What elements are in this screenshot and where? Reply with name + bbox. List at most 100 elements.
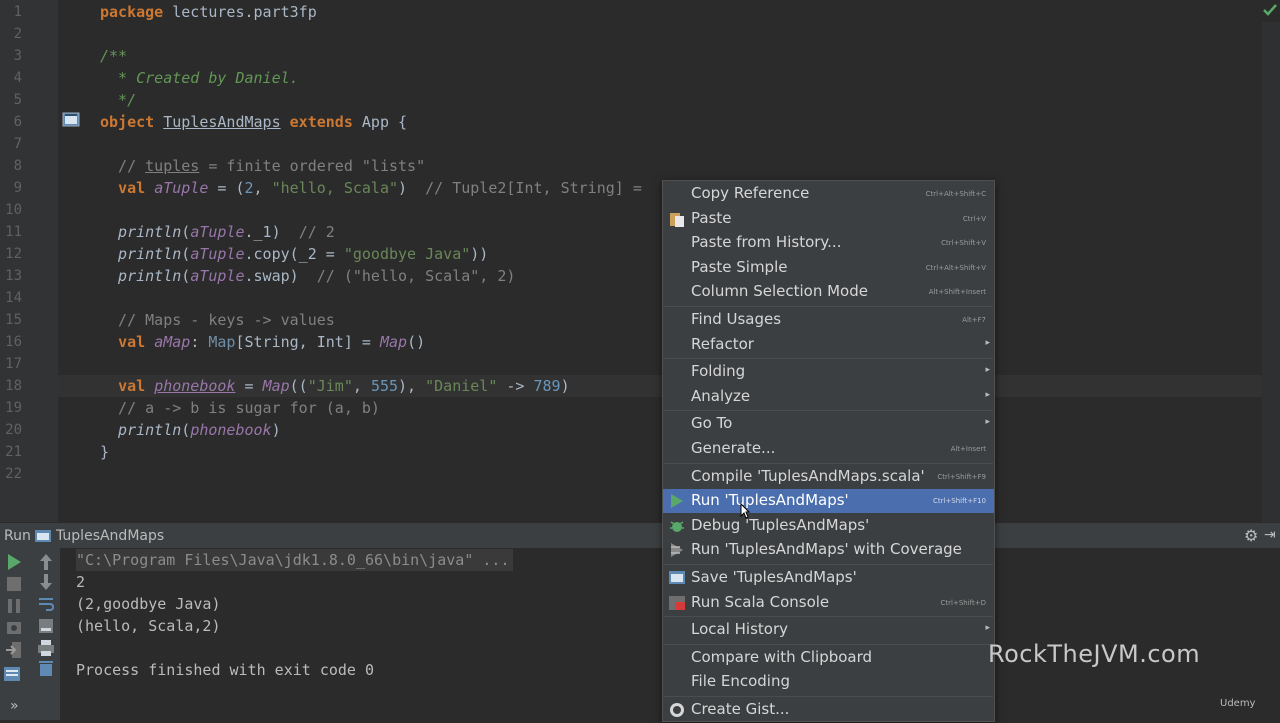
- menu-item-shortcut: Ctrl+Shift+V: [941, 239, 986, 248]
- menu-item-save-tuplesandmaps[interactable]: Save 'TuplesAndMaps': [663, 566, 994, 590]
- code-line: */: [100, 89, 136, 111]
- menu-item-analyze[interactable]: Analyze ▸: [663, 385, 994, 409]
- menu-item-label: Go To: [691, 414, 733, 433]
- run-tab-label[interactable]: Run: [4, 528, 31, 544]
- code-token: Map: [262, 377, 290, 395]
- code-token: = (: [208, 179, 245, 197]
- scroll-down-icon[interactable]: [36, 572, 56, 592]
- exit-icon[interactable]: [4, 640, 24, 660]
- editor-scrollbar[interactable]: [1262, 22, 1280, 522]
- menu-item-file-encoding[interactable]: File Encoding: [663, 670, 994, 694]
- menu-item-copy-reference[interactable]: Copy Reference Ctrl+Alt+Shift+C: [663, 182, 994, 206]
- menu-item-paste[interactable]: Paste Ctrl+V: [663, 207, 994, 231]
- run-icon: [668, 492, 686, 510]
- code-token: 789: [533, 377, 561, 395]
- trash-icon[interactable]: [36, 658, 56, 678]
- console-line: 2: [76, 573, 86, 591]
- menu-item-create-gist[interactable]: Create Gist...: [663, 698, 994, 722]
- code-token: tuples: [145, 157, 200, 175]
- line-number: 18: [5, 378, 22, 394]
- code-token: = finite ordered "lists": [199, 157, 426, 175]
- code-editor[interactable]: 1 2 3 4 5 6 7 8 9 10 11 12 13 14 15 16 17 18 19 20 21 22 pack…: [0, 0, 1280, 522]
- scroll-up-icon[interactable]: [36, 552, 56, 572]
- menu-item-debug-tuplesandmaps[interactable]: Debug 'TuplesAndMaps': [663, 514, 994, 538]
- print-icon[interactable]: [36, 638, 56, 658]
- scroll-to-end-icon[interactable]: [36, 616, 56, 636]
- menu-item-go-to[interactable]: Go To ▸: [663, 412, 994, 436]
- menu-item-label: Refactor: [691, 334, 754, 353]
- code-token: // ("hello, Scala", 2): [316, 267, 516, 285]
- menu-item-column-selection-mode[interactable]: Column Selection Mode Alt+Shift+Insert: [663, 280, 994, 304]
- code-token: val: [118, 179, 146, 197]
- menu-item-generate[interactable]: Generate... Alt+Insert: [663, 437, 994, 461]
- inspection-ok-icon[interactable]: [1262, 2, 1278, 21]
- code-token: [String, Int] =: [235, 333, 380, 351]
- line-number: 17: [5, 356, 22, 372]
- layout-icon[interactable]: [2, 664, 22, 684]
- expand-toolbar-icon[interactable]: »: [10, 698, 30, 718]
- line-number: 4: [13, 70, 22, 86]
- submenu-arrow-icon: ▸: [985, 365, 990, 376]
- menu-separator: [664, 616, 993, 618]
- gist-icon: [668, 701, 686, 719]
- menu-item-compare-with-clipboard[interactable]: Compare with Clipboard: [663, 646, 994, 670]
- code-token: "hello, Scala": [271, 179, 399, 197]
- dump-threads-icon[interactable]: [4, 618, 24, 638]
- menu-separator: [664, 696, 993, 697]
- menu-item-run-tuplesandmaps-with-coverage[interactable]: Run 'TuplesAndMaps' with Coverage: [663, 538, 994, 562]
- menu-item-label: Analyze: [691, 386, 751, 405]
- settings-icon[interactable]: ⚙: [1244, 526, 1258, 545]
- run-config-icon: [34, 529, 52, 547]
- code-token: ._1): [244, 223, 299, 241]
- stop-icon[interactable]: [4, 574, 24, 594]
- code-token: object: [100, 113, 155, 131]
- code-token: (: [181, 421, 191, 439]
- menu-item-folding[interactable]: Folding ▸: [663, 360, 994, 384]
- menu-item-paste-from-history[interactable]: Paste from History... Ctrl+Shift+V: [663, 231, 994, 255]
- code-line: object TuplesAndMaps extends App {: [100, 111, 407, 133]
- menu-item-label: Debug 'TuplesAndMaps': [691, 515, 870, 534]
- watermark-text: RockTheJVM.com: [988, 640, 1201, 668]
- menu-item-shortcut: Ctrl+Alt+Shift+V: [925, 263, 986, 272]
- line-number-gutter: 1 2 3 4 5 6 7 8 9 10 11 12 13 14 15 16 17 18 19 20 21 22: [0, 0, 58, 522]
- menu-item-paste-simple[interactable]: Paste Simple Ctrl+Alt+Shift+V: [663, 256, 994, 280]
- udemy-label: Udemy: [1220, 698, 1256, 709]
- line-number: 15: [5, 312, 22, 328]
- soft-wrap-icon[interactable]: [36, 594, 56, 614]
- code-token: TuplesAndMaps: [163, 113, 281, 131]
- pause-icon[interactable]: [4, 596, 24, 616]
- code-token: Map: [208, 333, 236, 351]
- code-token: aTuple: [190, 245, 245, 263]
- menu-item-refactor[interactable]: Refactor ▸: [663, 333, 994, 357]
- menu-separator: [664, 462, 993, 464]
- run-gutter-icon[interactable]: [62, 112, 80, 128]
- menu-item-label: Column Selection Mode: [691, 282, 868, 301]
- menu-item-local-history[interactable]: Local History ▸: [663, 618, 994, 642]
- menu-item-label: Generate...: [691, 439, 776, 457]
- code-token: .copy(_2 =: [244, 245, 344, 263]
- menu-item-compile-tuplesandmaps-scala[interactable]: Compile 'TuplesAndMaps.scala' Ctrl+Shift+…: [663, 465, 994, 489]
- code-token: ->: [497, 377, 534, 395]
- code-token: ): [398, 179, 426, 197]
- code-token: aMap: [154, 333, 191, 351]
- code-token: "goodbye Java": [343, 245, 471, 263]
- run-config-name[interactable]: TuplesAndMaps: [56, 528, 164, 544]
- menu-item-run-scala-console[interactable]: Run Scala Console Ctrl+Shift+D: [663, 591, 994, 615]
- menu-item-label: Copy Reference: [691, 184, 810, 202]
- rerun-icon[interactable]: [4, 552, 24, 572]
- code-token: }: [100, 443, 110, 461]
- menu-item-find-usages[interactable]: Find Usages Alt+F7: [663, 308, 994, 332]
- line-number: 9: [13, 180, 22, 196]
- menu-item-run-tuplesandmaps[interactable]: Run 'TuplesAndMaps' Ctrl+Shift+F10: [663, 489, 994, 514]
- code-line: val phonebook = Map(("Jim", 555), "Danie…: [100, 375, 570, 397]
- code-token: ((: [289, 377, 308, 395]
- code-token: /**: [100, 47, 128, 65]
- code-token: )): [470, 245, 489, 263]
- code-token: "Jim": [307, 377, 353, 395]
- hide-panel-icon[interactable]: ⇥: [1264, 527, 1276, 543]
- console-line: (hello, Scala,2): [76, 617, 221, 635]
- code-token: val: [118, 333, 146, 351]
